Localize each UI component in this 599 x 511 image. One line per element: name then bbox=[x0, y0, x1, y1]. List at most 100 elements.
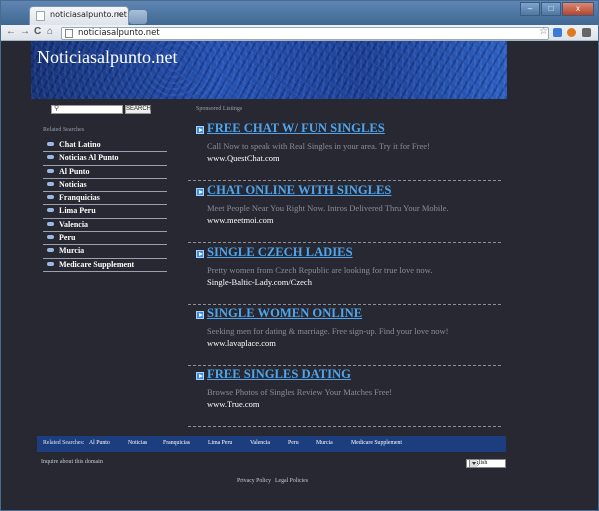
related-link[interactable]: Lima Peru bbox=[208, 440, 232, 446]
bookmark-star-icon[interactable]: ☆ bbox=[539, 26, 548, 37]
search-button[interactable]: SEARCH bbox=[125, 105, 151, 114]
related-searches-bar: Related Searches: Al Punto Noticias Fran… bbox=[37, 436, 506, 452]
sidebar-item-label[interactable]: Noticias Al Punto bbox=[59, 153, 119, 162]
bullet-icon bbox=[47, 221, 54, 226]
sidebar-heading: Related Searches bbox=[43, 127, 85, 133]
bullet-icon bbox=[47, 195, 54, 200]
home-icon[interactable]: ⌂ bbox=[47, 26, 53, 37]
browser-toolbar: ← → C ⌂ noticiasalpunto.net ☆ bbox=[1, 25, 598, 41]
back-icon[interactable]: ← bbox=[6, 26, 16, 37]
related-link[interactable]: Al Punto bbox=[89, 440, 110, 446]
site-header-banner: Noticiasalpunto.net bbox=[31, 41, 507, 99]
privacy-policy-link[interactable]: Privacy Policy bbox=[237, 478, 271, 484]
sidebar-item[interactable]: Medicare Supplement bbox=[43, 259, 167, 272]
sidebar-item[interactable]: Peru bbox=[43, 232, 167, 246]
listing: FREE SINGLES DATING Browse Photos of Sin… bbox=[188, 365, 501, 427]
listing-title-link[interactable]: SINGLE WOMEN ONLINE bbox=[207, 306, 362, 321]
sidebar-item-label[interactable]: Murcia bbox=[59, 246, 84, 255]
maximize-button[interactable]: □ bbox=[541, 2, 561, 16]
listing-url[interactable]: www.meetmoi.com bbox=[207, 215, 274, 225]
sidebar-item[interactable]: Noticias Al Punto bbox=[43, 152, 167, 166]
close-window-button[interactable]: x bbox=[562, 2, 594, 16]
arrow-icon[interactable] bbox=[196, 250, 204, 258]
related-link[interactable]: Peru bbox=[288, 440, 299, 446]
listing-title-link[interactable]: FREE CHAT W/ FUN SINGLES bbox=[207, 121, 385, 136]
sidebar-item-label[interactable]: Al Punto bbox=[59, 167, 89, 176]
tab-strip: noticiasalpunto.net × – □ x bbox=[1, 1, 598, 25]
listing-description: Browse Photos of Singles Review Your Mat… bbox=[207, 387, 393, 397]
page-icon bbox=[65, 29, 73, 38]
listing-title-link[interactable]: SINGLE CZECH LADIES bbox=[207, 245, 353, 260]
page-favicon-icon bbox=[36, 11, 45, 21]
browser-tab[interactable]: noticiasalpunto.net × bbox=[29, 6, 129, 25]
sidebar-item[interactable]: Valencia bbox=[43, 219, 167, 233]
bullet-icon bbox=[47, 142, 54, 146]
related-searches-label: Related Searches: bbox=[43, 440, 85, 446]
sidebar-item-label[interactable]: Peru bbox=[59, 233, 75, 242]
listing: CHAT ONLINE WITH SINGLES Meet People Nea… bbox=[188, 181, 501, 243]
forward-icon[interactable]: → bbox=[20, 26, 30, 37]
address-bar[interactable]: noticiasalpunto.net bbox=[61, 27, 549, 40]
listing-url[interactable]: www.lavaplace.com bbox=[207, 338, 276, 348]
reload-icon[interactable]: C bbox=[34, 26, 41, 37]
browser-window: noticiasalpunto.net × – □ x ← → C ⌂ noti… bbox=[0, 0, 599, 511]
search-icon: ⚲ bbox=[54, 105, 60, 112]
arrow-icon[interactable] bbox=[196, 372, 204, 380]
sidebar-item[interactable]: Murcia bbox=[43, 245, 167, 259]
listing-url[interactable]: www.QuestChat.com bbox=[207, 153, 280, 163]
related-link[interactable]: Murcia bbox=[316, 440, 333, 446]
sidebar-item-label[interactable]: Chat Latino bbox=[59, 140, 101, 149]
related-searches-list: Chat Latino Noticias Al Punto Al Punto N… bbox=[43, 139, 167, 272]
minimize-button[interactable]: – bbox=[520, 2, 540, 16]
related-link[interactable]: Valencia bbox=[250, 440, 270, 446]
bullet-icon bbox=[47, 168, 54, 173]
bullet-icon bbox=[47, 208, 54, 213]
site-title[interactable]: Noticiasalpunto.net bbox=[37, 47, 177, 68]
search-input[interactable]: ⚲ bbox=[51, 105, 123, 114]
sidebar-item-label[interactable]: Lima Peru bbox=[59, 206, 96, 215]
legal-policies-link[interactable]: Legal Policies bbox=[275, 478, 308, 484]
tab-title: noticiasalpunto.net bbox=[50, 10, 127, 19]
listing-title-link[interactable]: CHAT ONLINE WITH SINGLES bbox=[207, 183, 391, 198]
listing: SINGLE WOMEN ONLINE Seeking men for dati… bbox=[188, 304, 501, 366]
listing: SINGLE CZECH LADIES Pretty women from Cz… bbox=[188, 243, 501, 305]
extension-icon[interactable] bbox=[553, 28, 562, 37]
sidebar-item-label[interactable]: Franquicias bbox=[59, 193, 100, 202]
sidebar-item[interactable]: Al Punto bbox=[43, 166, 167, 179]
sidebar-item-label[interactable]: Medicare Supplement bbox=[59, 260, 134, 269]
sponsored-label: Sponsored Listings bbox=[196, 106, 243, 112]
sidebar-item[interactable]: Lima Peru bbox=[43, 205, 167, 219]
related-link[interactable]: Franquicias bbox=[163, 440, 190, 446]
sidebar-item[interactable]: Chat Latino bbox=[43, 139, 167, 153]
bullet-icon bbox=[47, 261, 54, 266]
listing-description: Call Now to speak with Real Singles in y… bbox=[207, 141, 430, 151]
arrow-icon[interactable] bbox=[196, 126, 204, 134]
arrow-icon[interactable] bbox=[196, 311, 204, 319]
sidebar-item[interactable]: Noticias bbox=[43, 179, 167, 193]
listing-url[interactable]: www.True.com bbox=[207, 399, 260, 409]
bullet-icon bbox=[47, 155, 54, 160]
bullet-icon bbox=[47, 181, 54, 186]
listing-title-link[interactable]: FREE SINGLES DATING bbox=[207, 367, 351, 382]
sidebar-item[interactable]: Franquicias bbox=[43, 192, 167, 206]
arrow-icon[interactable] bbox=[196, 188, 204, 196]
address-text[interactable]: noticiasalpunto.net bbox=[78, 28, 160, 38]
related-link[interactable]: Medicare Supplement bbox=[351, 440, 402, 446]
inquire-domain-link[interactable]: Inquire about this domain bbox=[41, 459, 103, 465]
listing-description: Seeking men for dating & marriage. Free … bbox=[207, 326, 449, 336]
extension-icon[interactable] bbox=[567, 28, 576, 37]
listing-url[interactable]: Single-Baltic-Lady.com/Czech bbox=[207, 277, 312, 287]
related-link[interactable]: Noticias bbox=[128, 440, 147, 446]
bullet-icon bbox=[47, 235, 54, 240]
window-controls: – □ x bbox=[519, 2, 594, 16]
language-select[interactable]: English bbox=[466, 459, 506, 468]
bullet-icon bbox=[47, 248, 54, 253]
new-tab-button[interactable] bbox=[129, 10, 147, 24]
chevron-down-icon[interactable] bbox=[469, 460, 477, 467]
sidebar-item-label[interactable]: Valencia bbox=[59, 220, 88, 229]
sidebar-item-label[interactable]: Noticias bbox=[59, 180, 87, 189]
menu-wrench-icon[interactable] bbox=[582, 28, 591, 37]
tab-close-icon[interactable]: × bbox=[117, 9, 122, 19]
listing-description: Pretty women from Czech Republic are loo… bbox=[207, 265, 433, 275]
listing-description: Meet People Near You Right Now. Intros D… bbox=[207, 203, 449, 213]
